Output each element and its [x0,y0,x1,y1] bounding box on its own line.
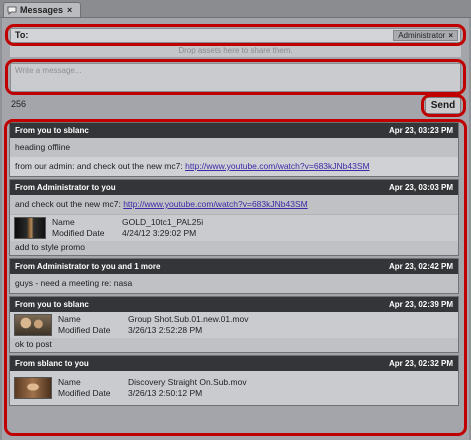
message-date: Apr 23, 02:39 PM [388,300,453,309]
send-button[interactable]: Send [425,97,461,114]
message-sender: From you to sblanc [15,300,89,309]
message-item[interactable]: From Administrator to you Apr 23, 03:03 … [9,179,459,256]
speech-bubble-icon [7,6,17,15]
asset-name-label: Name [58,314,81,324]
asset-metadata: Name GOLD_10tc1_PAL25i Modified Date 4/2… [52,217,203,239]
asset-date-label: Modified Date [58,388,111,398]
message-text: and check out the new mc7: http://www.yo… [10,195,458,214]
message-header: From you to sblanc Apr 23, 02:39 PM [10,297,458,312]
recipient-field[interactable]: To: Administrator × [10,28,461,43]
message-link[interactable]: http://www.youtube.com/watch?v=683kJNb43… [185,161,370,171]
message-link-prefix: and check out the new mc7: [15,199,124,209]
shared-asset[interactable]: Name GOLD_10tc1_PAL25i Modified Date 4/2… [10,214,458,241]
message-header: From Administrator to you and 1 more Apr… [10,259,458,274]
message-date: Apr 23, 02:32 PM [388,359,453,368]
asset-drop-zone[interactable]: Drop assets here to share them. [10,44,461,57]
message-item[interactable]: From Administrator to you and 1 more Apr… [9,258,459,294]
char-counter: 256 [11,99,27,109]
shared-asset[interactable]: Name Discovery Straight On.Sub.mov Modif… [10,371,458,405]
message-sender: From Administrator to you [15,183,116,192]
recipient-chip[interactable]: Administrator × [393,30,458,41]
asset-date: 4/24/12 3:29:02 PM [122,228,197,238]
asset-metadata: Name Discovery Straight On.Sub.mov Modif… [58,377,247,399]
asset-name-label: Name [58,377,81,387]
message-sender: From Administrator to you and 1 more [15,262,161,271]
message-header: From Administrator to you Apr 23, 03:03 … [10,180,458,195]
message-input[interactable]: Write a message... [10,63,461,92]
asset-date: 3/26/13 2:50:12 PM [128,388,203,398]
tab-messages[interactable]: Messages × [3,2,81,17]
message-item[interactable]: From you to sblanc Apr 23, 02:39 PM Name… [9,296,459,353]
remove-recipient-icon[interactable]: × [448,30,453,41]
asset-thumbnail[interactable] [14,377,52,399]
message-header: From you to sblanc Apr 23, 03:23 PM [10,123,458,138]
message-sender: From sblanc to you [15,359,89,368]
tab-bar: Messages × [0,0,471,18]
asset-date-label: Modified Date [58,325,111,335]
asset-name-label: Name [52,217,75,227]
message-date: Apr 23, 02:42 PM [388,262,453,271]
message-header: From sblanc to you Apr 23, 02:32 PM [10,356,458,371]
message-link-prefix: from our admin: and check out the new mc… [15,161,186,171]
close-icon[interactable]: × [67,5,72,15]
message-item[interactable]: From you to sblanc Apr 23, 03:23 PM head… [9,122,459,177]
message-text: heading offline [15,142,71,152]
recipient-name: Administrator [398,31,446,40]
tab-label: Messages [20,5,64,15]
asset-thumbnail[interactable] [14,217,46,239]
asset-name: Group Shot.Sub.01.new.01.mov [128,314,249,324]
message-item[interactable]: From sblanc to you Apr 23, 02:32 PM Name… [9,355,459,406]
to-label: To: [15,30,29,40]
shared-asset[interactable]: Name Group Shot.Sub.01.new.01.mov Modifi… [10,312,458,338]
asset-date: 3/26/13 2:52:28 PM [128,325,203,335]
message-date: Apr 23, 03:23 PM [388,126,453,135]
asset-date-label: Modified Date [52,228,105,238]
message-date: Apr 23, 03:03 PM [388,183,453,192]
message-link[interactable]: http://www.youtube.com/watch?v=683kJNb43… [123,199,308,209]
message-text: guys - need a meeting re: nasa [15,278,133,288]
asset-name: GOLD_10tc1_PAL25i [122,217,204,227]
asset-note: ok to post [15,339,52,349]
asset-metadata: Name Group Shot.Sub.01.new.01.mov Modifi… [58,314,249,336]
message-thread-list[interactable]: From you to sblanc Apr 23, 03:23 PM head… [6,122,461,434]
asset-thumbnail[interactable] [14,314,52,336]
message-text: from our admin: and check out the new mc… [10,157,458,176]
asset-note: add to style promo [15,242,85,252]
message-sender: From you to sblanc [15,126,89,135]
asset-name: Discovery Straight On.Sub.mov [128,377,247,387]
